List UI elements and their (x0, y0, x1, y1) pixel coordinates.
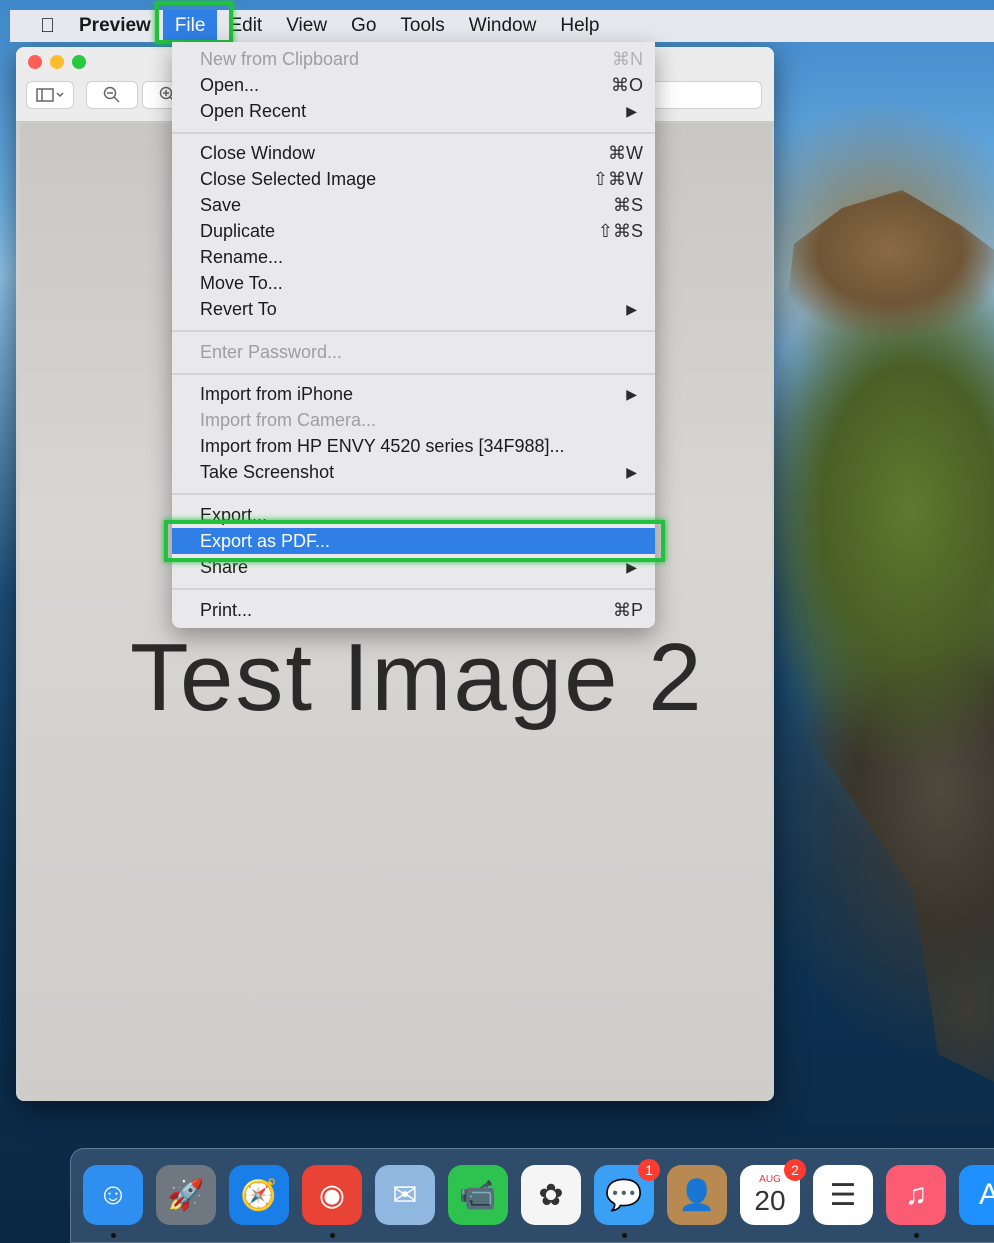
search-field[interactable] (638, 81, 762, 109)
menu-item-duplicate[interactable]: Duplicate ⇧⌘S (172, 218, 655, 244)
running-indicator (111, 1233, 116, 1238)
safari-icon[interactable]: 🧭 (229, 1165, 289, 1225)
close-window-button[interactable] (28, 55, 42, 69)
app-store-icon[interactable]: A (959, 1165, 994, 1225)
sidebar-icon (36, 88, 64, 102)
menu-item-open-recent[interactable]: Open Recent ▶ (172, 98, 655, 124)
chrome-icon[interactable]: ◉ (302, 1165, 362, 1225)
calendar-day-label: 20 (754, 1185, 786, 1216)
submenu-arrow-icon: ▶ (626, 464, 637, 480)
menu-item-close-selected-image[interactable]: Close Selected Image ⇧⌘W (172, 166, 655, 192)
notification-badge: 1 (638, 1159, 660, 1181)
menu-item-import-from-iphone[interactable]: Import from iPhone ▶ (172, 381, 655, 407)
menu-preview[interactable]: Preview (67, 10, 163, 42)
menu-separator (172, 588, 655, 590)
menu-help[interactable]: Help (548, 10, 611, 42)
launchpad-icon[interactable]: 🚀 (156, 1165, 216, 1225)
menu-item-revert-to[interactable]: Revert To ▶ (172, 296, 655, 322)
sidebar-toggle-button[interactable] (26, 81, 74, 109)
zoom-out-icon (103, 86, 120, 103)
running-indicator (330, 1233, 335, 1238)
menu-tools[interactable]: Tools (388, 10, 456, 42)
menu-item-move-to[interactable]: Move To... (172, 270, 655, 296)
menu-separator (172, 373, 655, 375)
menu-separator (172, 493, 655, 495)
menu-separator (172, 132, 655, 134)
menu-window[interactable]: Window (457, 10, 549, 42)
messages-icon[interactable]: 💬 1 (594, 1159, 660, 1225)
menu-item-import-from-scanner[interactable]: Import from HP ENVY 4520 series [34F988]… (172, 433, 655, 459)
menu-view[interactable]: View (274, 10, 339, 42)
running-indicator (622, 1233, 627, 1238)
zoom-window-button[interactable] (72, 55, 86, 69)
music-icon[interactable]: ♫ (886, 1165, 946, 1225)
menu-item-new-from-clipboard: New from Clipboard ⌘N (200, 49, 643, 69)
running-indicator (914, 1233, 919, 1238)
mail-icon[interactable]: ✉ (375, 1165, 435, 1225)
dock: ☺ 🚀 🧭 ◉ ✉ 📹 ✿ 💬 1 👤 AUG 20 2 ☰ ♫ A (70, 1148, 994, 1243)
page-content-text: Test Image 2 (130, 624, 704, 731)
export-as-pdf-highlight-box (164, 520, 665, 562)
menu-item-take-screenshot[interactable]: Take Screenshot ▶ (172, 459, 655, 485)
menu-go[interactable]: Go (339, 10, 388, 42)
menu-item-enter-password: Enter Password... (200, 342, 343, 362)
submenu-arrow-icon: ▶ (626, 301, 637, 317)
finder-icon[interactable]: ☺ (83, 1165, 143, 1225)
zoom-out-button[interactable] (86, 81, 138, 109)
submenu-arrow-icon: ▶ (626, 386, 637, 402)
menu-item-save[interactable]: Save ⌘S (172, 192, 655, 218)
menu-item-print[interactable]: Print... ⌘P (172, 597, 655, 623)
facetime-icon[interactable]: 📹 (448, 1165, 508, 1225)
photos-icon[interactable]: ✿ (521, 1165, 581, 1225)
apple-menu-icon[interactable]:  (10, 10, 67, 42)
menu-item-rename[interactable]: Rename... (172, 244, 655, 270)
minimize-window-button[interactable] (50, 55, 64, 69)
menu-item-close-window[interactable]: Close Window ⌘W (172, 140, 655, 166)
contacts-icon[interactable]: 👤 (667, 1165, 727, 1225)
reminders-icon[interactable]: ☰ (813, 1165, 873, 1225)
submenu-arrow-icon: ▶ (626, 103, 637, 119)
menu-separator (172, 330, 655, 332)
file-menu-highlight-box (155, 1, 233, 44)
calendar-icon[interactable]: AUG 20 2 (740, 1159, 806, 1225)
menu-item-open[interactable]: Open... ⌘O (172, 72, 655, 98)
notification-badge: 2 (784, 1159, 806, 1181)
menu-item-import-from-camera: Import from Camera... (200, 410, 377, 430)
